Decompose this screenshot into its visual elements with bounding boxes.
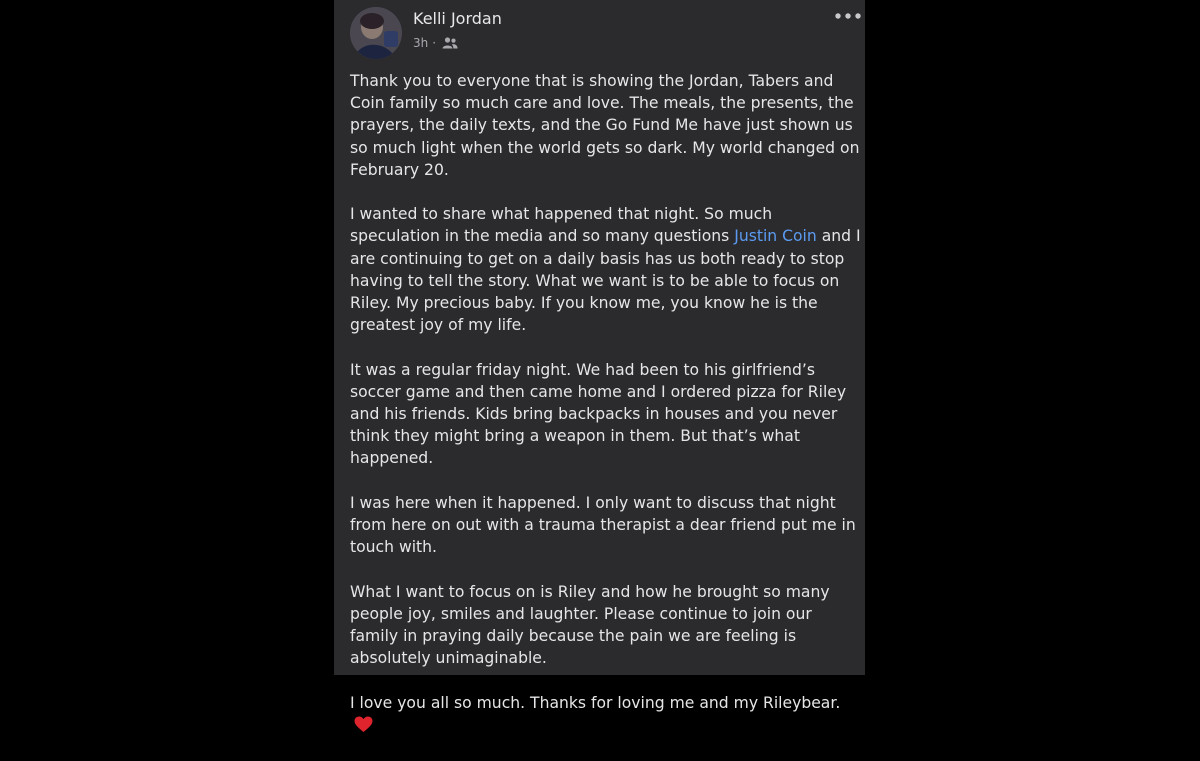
post-card: Kelli Jordan 3h · Thank you to everyone … [334,0,865,732]
paragraph-text: I wanted to share what happened that nig… [350,205,773,246]
mention-link-justin-coin[interactable]: Justin Coin [734,227,817,245]
post-timestamp[interactable]: 3h [413,36,428,50]
avatar[interactable] [350,7,402,59]
more-options-icon[interactable] [831,4,865,28]
post-body: Thank you to everyone that is showing th… [350,70,862,761]
post-paragraph-5: What I want to focus on is Riley and how… [350,582,830,668]
post-paragraph-3: It was a regular friday night. We had be… [350,360,847,468]
post-paragraph-6: I love you all so much. Thanks for lovin… [350,692,862,739]
post-paragraph-1: Thank you to everyone that is showing th… [350,72,860,179]
post-paragraph-2: I wanted to share what happened that nig… [350,203,862,336]
author-name[interactable]: Kelli Jordan [413,9,502,28]
post-paragraph-4: I was here when it happened. I only want… [350,493,856,557]
avatar-photo [350,7,402,59]
friends-icon[interactable] [442,37,458,49]
red-heart-icon [354,716,373,739]
post-meta: 3h · [413,36,458,50]
paragraph-text: I love you all so much. Thanks for lovin… [350,693,841,712]
meta-separator: · [432,36,437,50]
